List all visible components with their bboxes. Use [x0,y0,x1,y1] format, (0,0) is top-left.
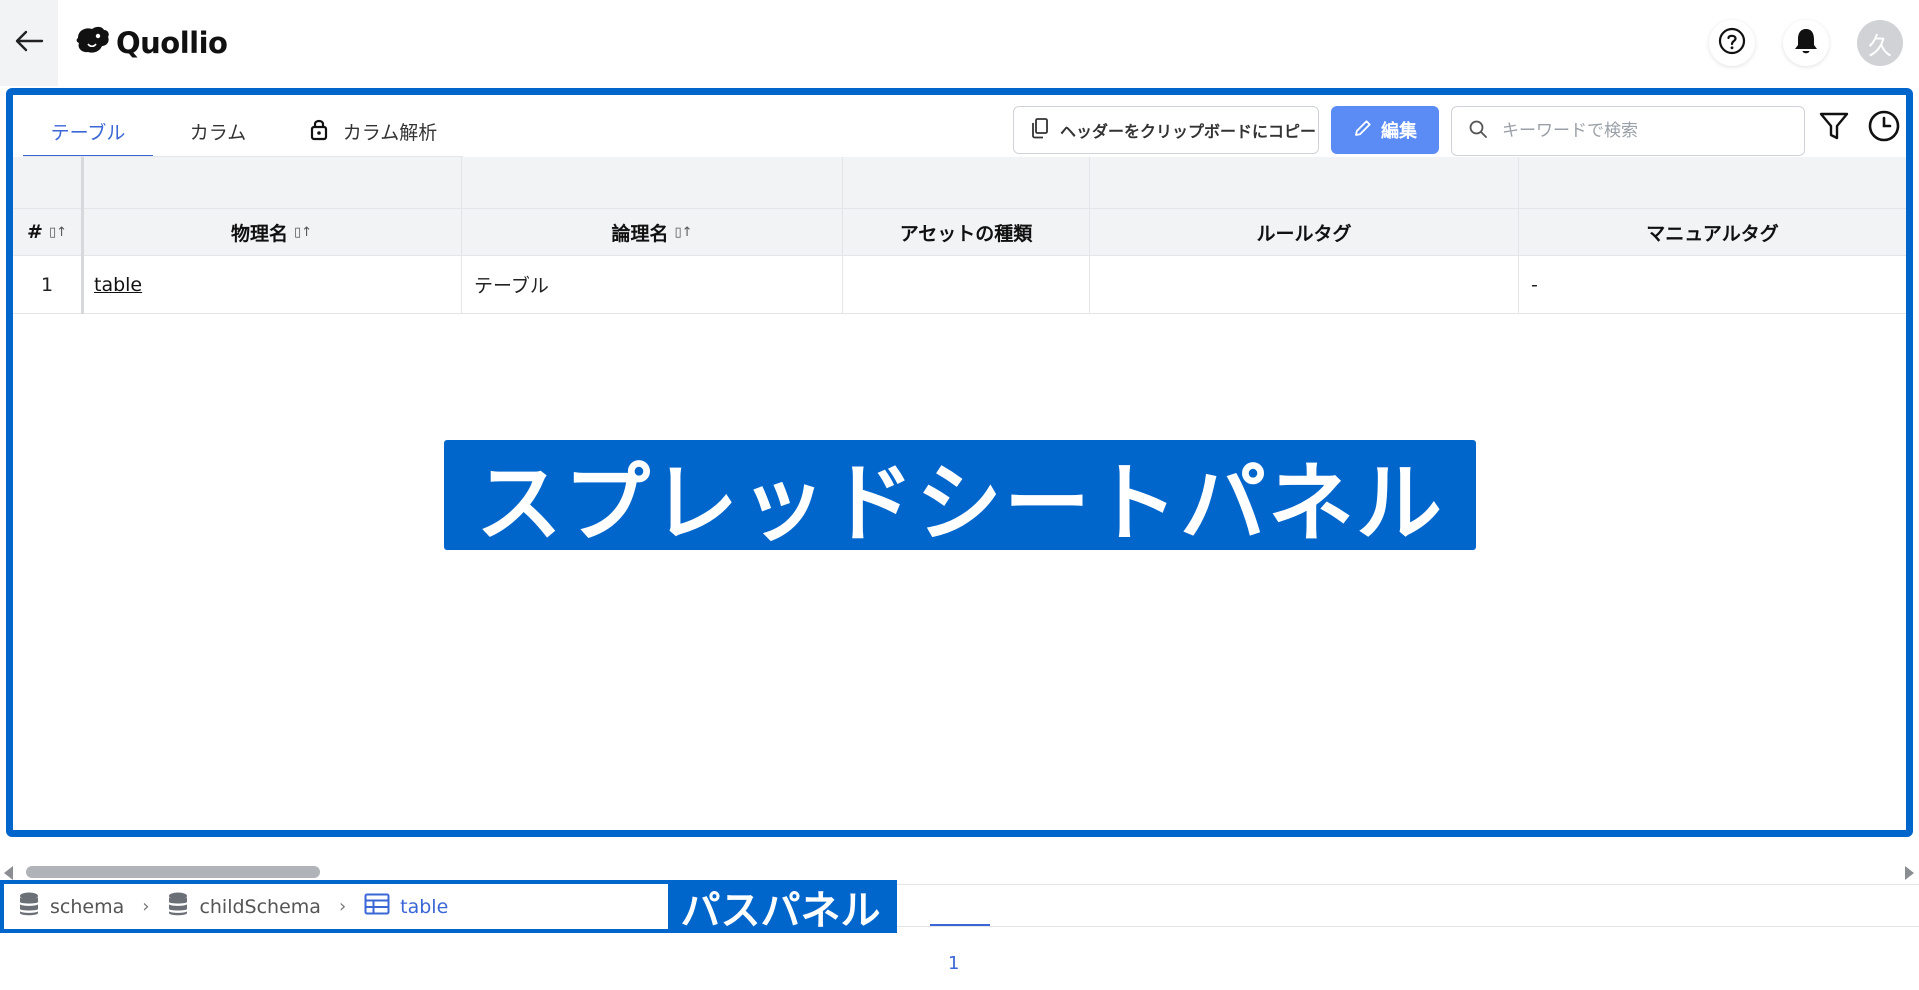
database-icon [167,891,189,922]
scroll-right-icon[interactable] [1905,866,1914,880]
clock-icon [1867,109,1901,147]
edit-button[interactable]: 編集 [1331,106,1439,154]
search-box [1451,106,1805,156]
column-header-manual-tag[interactable]: マニュアルタグ [1519,209,1906,255]
column-header-label: ルールタグ [1256,222,1352,245]
notification-button[interactable] [1783,20,1829,66]
help-button[interactable] [1709,20,1755,66]
breadcrumb-item-table[interactable]: table [364,893,448,920]
pagination-indicator [930,924,990,926]
spreadsheet-panel-annotation: スプレッドシートパネル [444,440,1476,554]
chevron-right-icon: › [142,896,150,917]
asset-type-cell[interactable] [843,256,1090,313]
table-row[interactable]: 1 table テーブル - [13,256,1906,314]
band-cell [462,157,843,208]
path-panel-annotation: パスパネル [668,884,893,934]
tab-table[interactable]: テーブル [23,105,153,157]
breadcrumb-label: table [400,895,449,918]
physical-name-link[interactable]: table [94,274,142,296]
breadcrumb-label: childSchema [199,895,321,918]
column-header-label: アセットの種類 [899,222,1033,245]
frozen-column-divider [81,157,84,314]
manual-tag-cell[interactable]: - [1519,256,1906,313]
column-header-asset-type[interactable]: アセットの種類 [843,209,1090,255]
filter-icon [1818,110,1850,146]
tab-label: カラム解析 [342,121,438,144]
database-icon [18,891,40,922]
copy-icon [1030,117,1050,143]
edit-label: 編集 [1381,121,1417,142]
avatar[interactable]: 久 [1857,20,1903,66]
tab-column[interactable]: カラム [153,105,283,157]
band-cell [1519,157,1906,208]
divider [897,926,1919,927]
header-row: # ▯↑ 物理名 ▯↑ 論理名 ▯↑ アセットの種類 ルールタグ マニュアルタグ [13,209,1906,256]
tab-column-analysis[interactable]: カラム解析 [283,105,463,157]
help-icon [1717,26,1747,60]
path-panel: schema › childSchema › table パスパネル [0,880,897,934]
back-button[interactable] [0,0,58,86]
logical-name-cell[interactable]: テーブル [462,256,843,313]
column-header-label: # [27,221,43,243]
history-button[interactable] [1865,109,1903,147]
sort-icon[interactable]: ▯↑ [49,225,67,240]
copy-header-button[interactable]: ヘッダーをクリップボードにコピー [1013,106,1319,154]
column-header-physical-name[interactable]: 物理名 ▯↑ [82,209,462,255]
tab-bar: テーブル カラム カラム解析 [23,105,463,157]
rule-tag-cell[interactable] [1090,256,1519,313]
lock-icon [309,117,329,146]
sort-icon[interactable]: ▯↑ [294,225,312,240]
breadcrumb-label: schema [50,895,125,918]
logo: Quollio [74,22,228,64]
app-header: Quollio 久 [0,0,1919,86]
column-header-label: マニュアルタグ [1646,222,1779,245]
column-header-logical-name[interactable]: 論理名 ▯↑ [462,209,843,255]
filter-button[interactable] [1815,109,1853,147]
scrollbar-thumb[interactable] [26,866,320,878]
band-cell [82,157,462,208]
breadcrumb-item-childschema[interactable]: childSchema [167,891,321,922]
search-icon [1468,119,1488,143]
band-cell [13,157,82,208]
logo-text: Quollio [116,26,228,60]
breadcrumb-item-schema[interactable]: schema [18,891,124,922]
pencil-icon [1353,118,1373,143]
sort-icon[interactable]: ▯↑ [674,225,692,240]
column-header-label: 物理名 [230,222,288,245]
scroll-left-icon[interactable] [4,866,13,880]
breadcrumb: schema › childSchema › table [4,884,668,929]
tab-label: カラム [189,121,247,144]
physical-name-cell: table [82,256,462,313]
column-header-index[interactable]: # ▯↑ [13,209,82,255]
copy-header-label: ヘッダーをクリップボードにコピー [1060,122,1317,141]
table-icon [364,893,390,920]
chevron-right-icon: › [338,896,347,917]
search-input[interactable] [1500,120,1780,142]
tab-label: テーブル [50,121,126,144]
back-arrow-icon [14,30,44,56]
bell-icon [1792,26,1820,60]
page-number[interactable]: 1 [948,953,959,974]
header-band [13,157,1906,209]
column-header-label: 論理名 [611,222,669,245]
quollio-mascot-icon [74,24,112,62]
row-index: 1 [13,256,82,313]
band-cell [1090,157,1519,208]
column-header-rule-tag[interactable]: ルールタグ [1090,209,1519,255]
band-cell [843,157,1090,208]
